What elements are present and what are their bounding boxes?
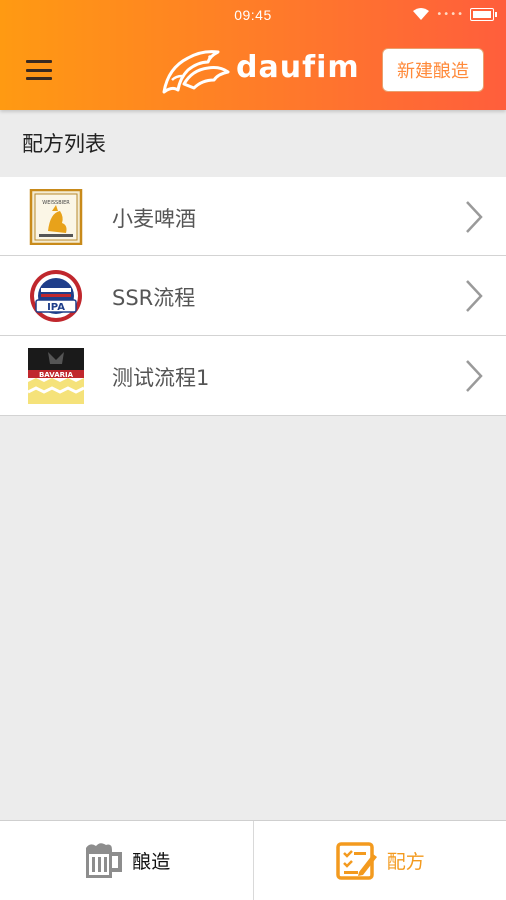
- menu-button[interactable]: [20, 54, 58, 86]
- dolphin-logo-icon: [162, 50, 230, 94]
- page-title: 配方列表: [22, 132, 106, 156]
- badge-text: WEISSBIER: [42, 200, 70, 206]
- recipe-list: WEISSBIER 小麦啤酒 IPA SSR流程 BAVARIA 测试流程1: [0, 177, 506, 416]
- tab-label: 酿造: [132, 851, 171, 873]
- menu-icon-line: [26, 77, 52, 80]
- weissbier-badge-icon: WEISSBIER: [29, 189, 83, 245]
- menu-icon-line: [26, 60, 52, 63]
- list-item[interactable]: WEISSBIER 小麦啤酒: [0, 177, 506, 256]
- logo-text: daufim: [236, 50, 360, 85]
- recipe-name: 小麦啤酒: [112, 207, 196, 231]
- signal-dots: ••••: [436, 8, 464, 20]
- battery-icon: [470, 7, 497, 21]
- chevron-right-icon: [466, 201, 483, 233]
- bottom-tab-bar: 酿造 配方: [0, 820, 506, 900]
- beer-mug-icon: [86, 842, 123, 878]
- app-logo: daufim: [158, 40, 360, 102]
- chevron-right-icon: [466, 360, 483, 392]
- status-bar: 09:45 ••••: [0, 0, 506, 30]
- new-brew-button[interactable]: 新建酿造: [382, 48, 484, 92]
- recipe-edit-icon: [335, 841, 377, 880]
- app-header: 09:45 •••• daufim 新建酿造: [0, 0, 506, 110]
- tab-brew[interactable]: 酿造: [0, 821, 253, 900]
- status-icons: ••••: [412, 7, 497, 21]
- wifi-icon: [413, 8, 430, 20]
- list-item[interactable]: IPA SSR流程: [0, 256, 506, 336]
- badge-text: BAVARIA: [39, 371, 74, 379]
- list-item[interactable]: BAVARIA 测试流程1: [0, 336, 506, 416]
- chevron-right-icon: [466, 280, 483, 312]
- ipa-badge-icon: IPA: [30, 270, 82, 322]
- tab-label: 配方: [386, 851, 425, 873]
- badge-text: IPA: [47, 302, 65, 313]
- bavaria-badge-icon: BAVARIA: [28, 348, 84, 404]
- tab-recipe[interactable]: 配方: [252, 821, 506, 900]
- recipe-name: SSR流程: [112, 286, 196, 310]
- menu-icon-line: [26, 68, 52, 72]
- recipe-name: 测试流程1: [112, 366, 210, 390]
